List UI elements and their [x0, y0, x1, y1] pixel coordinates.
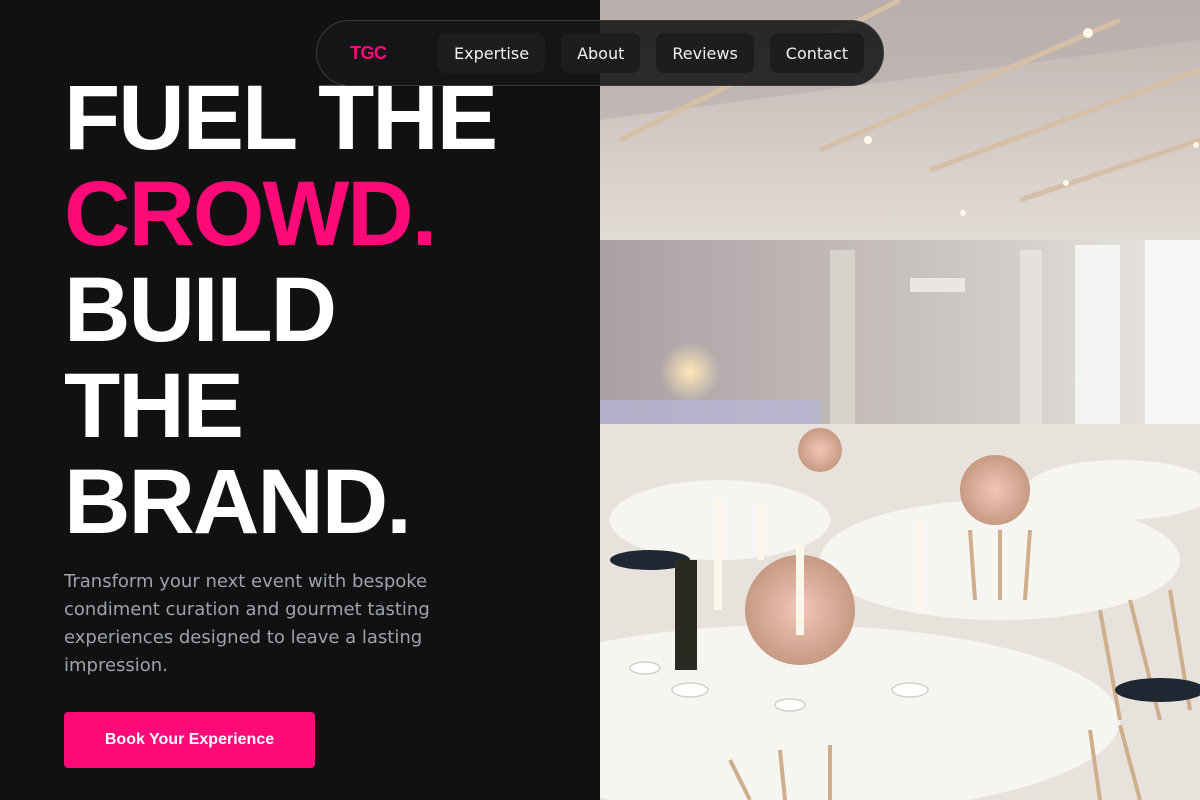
book-experience-button[interactable]: Book Your Experience — [64, 712, 315, 768]
banquet-hall-photo — [600, 0, 1200, 800]
nav-link-expertise[interactable]: Expertise — [438, 33, 546, 73]
top-navbar: TGC Expertise About Reviews Contact — [316, 20, 884, 86]
headline-line-3: BUILD — [64, 259, 337, 361]
headline-line-2-accent: CROWD. — [64, 163, 437, 265]
nav-links: Expertise About Reviews Contact — [438, 33, 865, 73]
headline-line-5: BRAND. — [64, 451, 412, 553]
brand-logo[interactable]: TGC — [350, 43, 438, 64]
nav-link-about[interactable]: About — [561, 33, 641, 73]
nav-link-reviews[interactable]: Reviews — [656, 33, 754, 73]
headline-line-4: THE — [64, 355, 244, 457]
nav-link-contact[interactable]: Contact — [769, 33, 865, 73]
hero-subtitle: Transform your next event with bespoke c… — [64, 571, 430, 676]
hero-headline: FUEL THE CROWD. BUILD THE BRAND. — [64, 70, 584, 550]
